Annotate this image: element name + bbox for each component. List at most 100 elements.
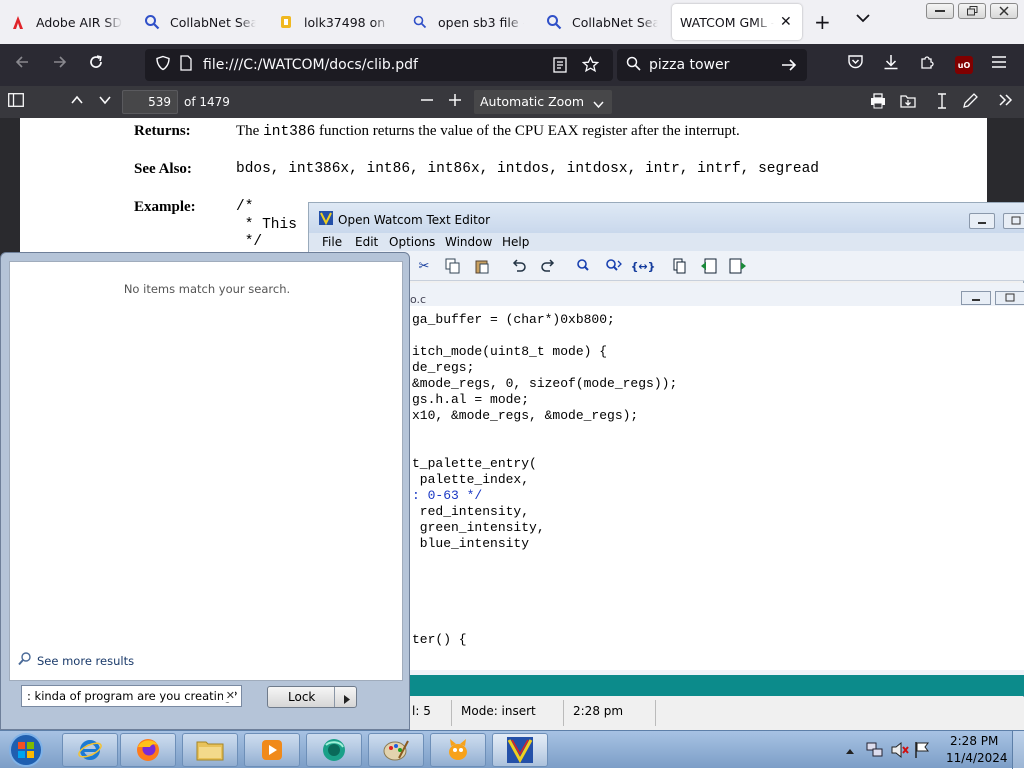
find-next-icon[interactable] bbox=[605, 257, 623, 275]
bookmark-star-icon[interactable] bbox=[581, 55, 600, 77]
document-tab[interactable]: o.c bbox=[410, 293, 426, 306]
next-file-icon[interactable] bbox=[729, 257, 747, 275]
save-icon[interactable] bbox=[900, 93, 916, 113]
action-center-flag-icon[interactable] bbox=[914, 741, 930, 762]
minimize-button[interactable] bbox=[969, 213, 995, 229]
match-brace-icon[interactable]: {↔} bbox=[631, 257, 656, 275]
tab-label: CollabNet SearX bbox=[572, 14, 658, 30]
taskbar-media-player-icon[interactable] bbox=[244, 733, 300, 767]
search-bar[interactable]: pizza tower bbox=[617, 49, 807, 81]
back-icon[interactable] bbox=[14, 54, 30, 74]
show-desktop-button[interactable] bbox=[1012, 731, 1024, 769]
clock-date[interactable]: 11/4/2024 bbox=[946, 751, 1008, 765]
shield-icon[interactable] bbox=[155, 55, 171, 75]
code-editor[interactable]: ga_buffer = (char*)0xb800; itch_mode(uin… bbox=[309, 306, 1024, 670]
tab-collabnet-1[interactable]: CollabNet SearX bbox=[136, 4, 264, 40]
volume-muted-icon[interactable] bbox=[890, 741, 910, 762]
tab-watcom-gml[interactable]: WATCOM GML - c ✕ bbox=[672, 4, 802, 40]
hamburger-menu-icon[interactable] bbox=[991, 54, 1007, 73]
double-chevron-right-icon[interactable] bbox=[998, 93, 1014, 111]
menu-help[interactable]: Help bbox=[502, 235, 529, 249]
editor-title: Open Watcom Text Editor bbox=[338, 213, 491, 227]
list-all-tabs-icon[interactable] bbox=[855, 12, 871, 27]
status-time: 2:28 pm bbox=[573, 704, 624, 718]
network-icon[interactable] bbox=[866, 741, 884, 762]
taskbar-firefox-icon[interactable] bbox=[120, 733, 176, 767]
redo-icon[interactable] bbox=[539, 257, 557, 275]
close-window-button[interactable] bbox=[990, 3, 1018, 19]
text-select-icon[interactable] bbox=[936, 93, 948, 113]
magnifier-icon bbox=[18, 652, 32, 669]
editor-statusbar: l: 5 Mode: insert 2:28 pm bbox=[309, 697, 1024, 731]
maximize-button[interactable] bbox=[1003, 213, 1024, 229]
status-mode: Mode: insert bbox=[461, 704, 536, 718]
zoom-in-icon[interactable] bbox=[448, 93, 462, 111]
print-icon[interactable] bbox=[870, 93, 886, 113]
code-line: itch_mode(uint8_t mode) { bbox=[412, 344, 608, 359]
ublock-origin-icon[interactable]: uO bbox=[955, 56, 973, 74]
zoom-out-icon[interactable] bbox=[420, 93, 434, 111]
minimize-button[interactable] bbox=[926, 3, 954, 19]
prev-file-icon[interactable] bbox=[700, 257, 718, 275]
next-page-icon[interactable] bbox=[98, 93, 112, 111]
start-search-input[interactable]: : kinda of program are you creating? ✕ bbox=[21, 685, 242, 707]
downloads-icon[interactable] bbox=[883, 54, 899, 74]
extensions-icon[interactable] bbox=[919, 54, 935, 74]
clear-search-icon[interactable]: ✕ bbox=[222, 689, 235, 702]
paste-icon[interactable] bbox=[473, 257, 491, 275]
menu-window[interactable]: Window bbox=[445, 235, 492, 249]
navigation-toolbar: file:///C:/WATCOM/docs/clib.pdf pizza to… bbox=[0, 44, 1024, 86]
pocket-icon[interactable] bbox=[847, 54, 864, 74]
taskbar-scratch-icon[interactable] bbox=[430, 733, 486, 767]
taskbar-app-icon[interactable] bbox=[306, 733, 362, 767]
tab-collabnet-2[interactable]: CollabNet SearX bbox=[538, 4, 666, 40]
reader-view-icon[interactable] bbox=[553, 57, 567, 77]
see-also-links: bdos, int386x, int86, int86x, intdos, in… bbox=[236, 161, 819, 177]
see-more-results-link[interactable]: See more results bbox=[18, 652, 134, 669]
taskbar-ie-icon[interactable] bbox=[62, 733, 118, 767]
editor-titlebar: Open Watcom Text Editor bbox=[309, 203, 1024, 233]
page-icon bbox=[179, 55, 193, 75]
show-hidden-icons-icon[interactable] bbox=[845, 744, 855, 758]
undo-icon[interactable] bbox=[510, 257, 528, 275]
editor-command-bar bbox=[309, 675, 1024, 696]
lock-button[interactable]: Lock bbox=[267, 686, 357, 708]
menu-file[interactable]: File bbox=[322, 235, 342, 249]
tab-open-sb3[interactable]: open sb3 file - Se bbox=[404, 4, 532, 40]
taskbar-explorer-icon[interactable] bbox=[182, 733, 238, 767]
cut-icon[interactable]: ✂ bbox=[415, 257, 433, 275]
returns-text: The int386 function returns the value of… bbox=[236, 123, 740, 140]
reload-icon[interactable] bbox=[88, 54, 104, 74]
search-icon bbox=[626, 56, 641, 75]
power-options-arrow-icon[interactable] bbox=[344, 693, 350, 707]
draw-pen-icon[interactable] bbox=[962, 93, 978, 113]
forward-icon[interactable] bbox=[52, 54, 68, 74]
files-icon[interactable] bbox=[671, 257, 689, 275]
menu-options[interactable]: Options bbox=[389, 235, 435, 249]
restore-button[interactable] bbox=[958, 3, 986, 19]
doc-maximize-button[interactable] bbox=[995, 291, 1024, 305]
taskbar-watcom-icon[interactable] bbox=[492, 733, 548, 767]
go-arrow-icon[interactable] bbox=[781, 57, 797, 77]
scratch-icon bbox=[278, 14, 294, 30]
new-tab-button[interactable]: + bbox=[814, 10, 831, 34]
clock-time[interactable]: 2:28 PM bbox=[950, 734, 998, 748]
copy-icon[interactable] bbox=[444, 257, 462, 275]
doc-minimize-button[interactable] bbox=[961, 291, 991, 305]
sidebar-toggle-icon[interactable] bbox=[8, 93, 24, 111]
tab-scratch[interactable]: lolk37498 on Scra bbox=[270, 4, 398, 40]
menu-edit[interactable]: Edit bbox=[355, 235, 378, 249]
close-tab-icon[interactable]: ✕ bbox=[780, 14, 792, 30]
find-icon[interactable] bbox=[576, 257, 594, 275]
tab-adobe-air[interactable]: Adobe AIR SDK f bbox=[2, 4, 130, 40]
zoom-select[interactable]: Automatic Zoom bbox=[474, 90, 612, 114]
start-orb-icon[interactable] bbox=[6, 731, 46, 769]
taskbar-paint-icon[interactable] bbox=[368, 733, 424, 767]
editor-menubar: File Edit Options Window Help bbox=[309, 233, 1024, 251]
pdf-toolbar: 539 of 1479 Automatic Zoom bbox=[0, 86, 1024, 118]
browser-tab-strip: Adobe AIR SDK f CollabNet SearX lolk3749… bbox=[0, 0, 1024, 44]
previous-page-icon[interactable] bbox=[70, 93, 84, 111]
page-number-input[interactable]: 539 bbox=[122, 90, 178, 114]
url-bar[interactable]: file:///C:/WATCOM/docs/clib.pdf bbox=[145, 49, 613, 81]
returns-code: int386 bbox=[263, 124, 316, 140]
